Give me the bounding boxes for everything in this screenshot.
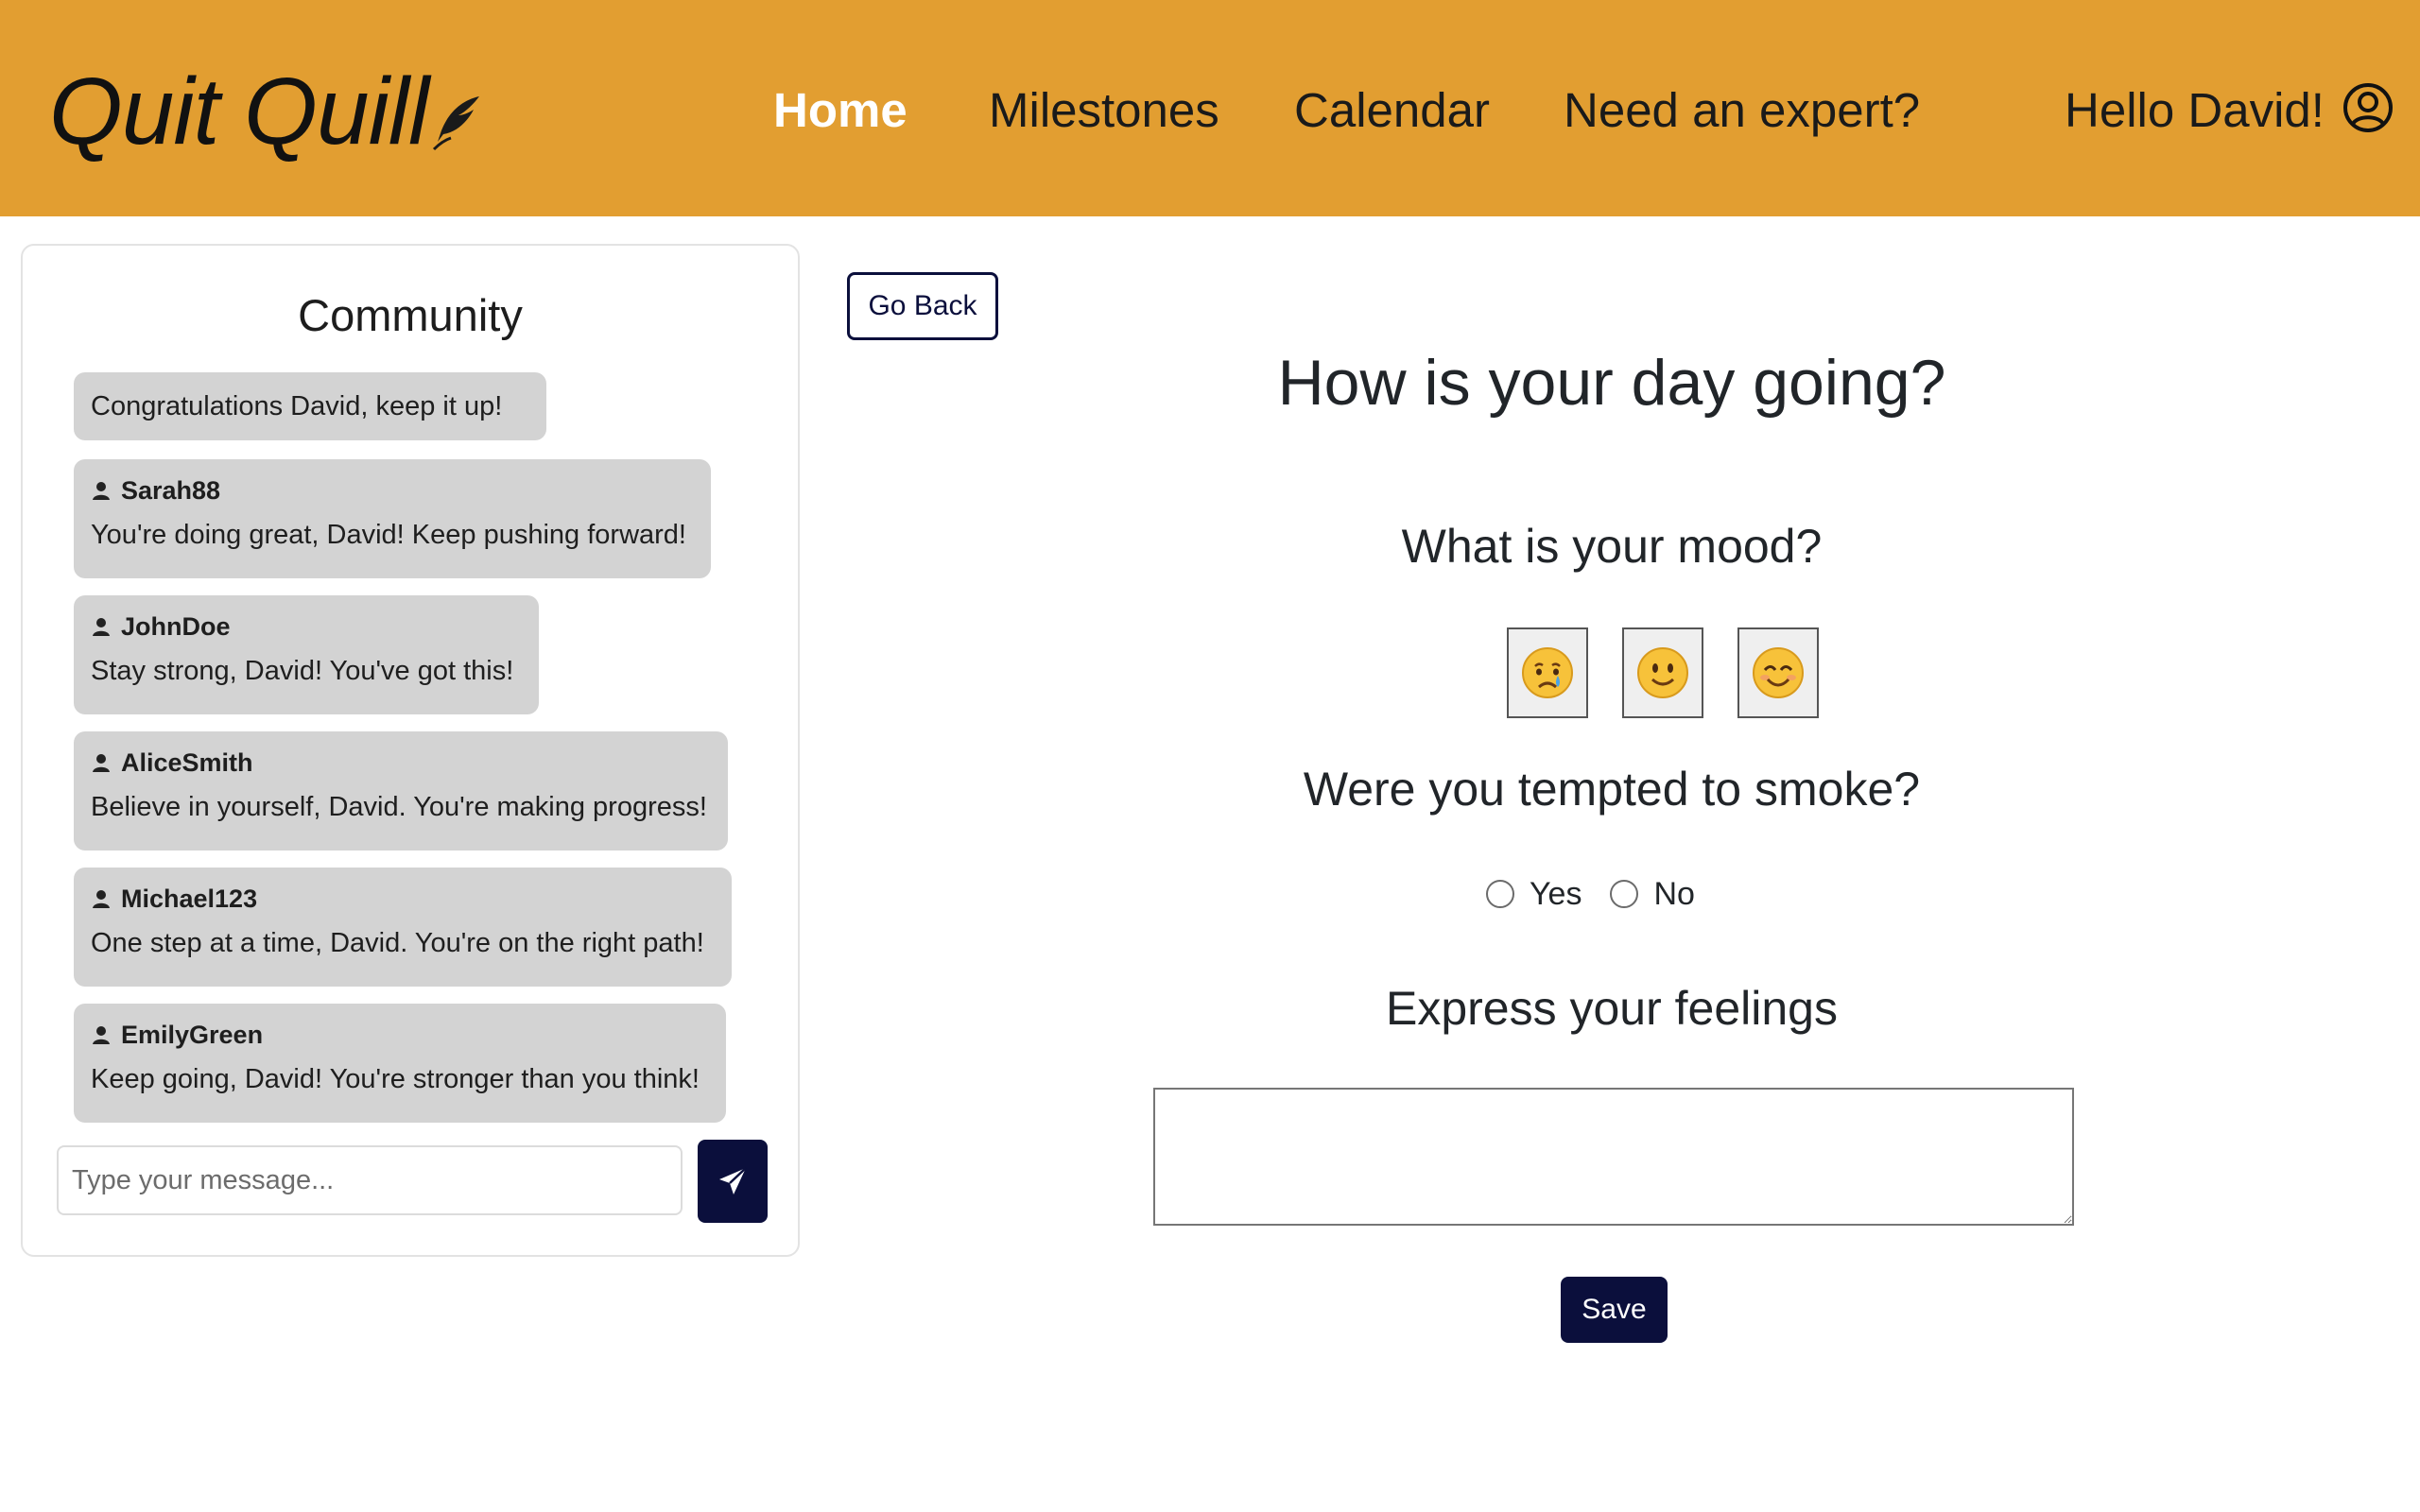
express-heading: Express your feelings bbox=[1385, 982, 1838, 1035]
person-icon bbox=[93, 482, 110, 500]
community-title: Community bbox=[298, 290, 523, 340]
message-author: AliceSmith bbox=[91, 747, 711, 779]
chat-message: EmilyGreen Keep going, David! You're str… bbox=[74, 1004, 726, 1123]
quill-icon bbox=[430, 62, 483, 176]
paper-plane-icon bbox=[719, 1167, 747, 1194]
message-author: EmilyGreen bbox=[91, 1019, 709, 1051]
mood-happy-button[interactable] bbox=[1737, 627, 1819, 718]
person-icon bbox=[93, 754, 110, 772]
radio-no-label[interactable]: No bbox=[1653, 871, 1694, 917]
author-name: AliceSmith bbox=[121, 748, 253, 777]
tempted-question: Were you tempted to smoke? bbox=[1303, 763, 1921, 816]
message-input[interactable] bbox=[57, 1145, 683, 1215]
author-name: EmilyGreen bbox=[121, 1021, 264, 1049]
save-button[interactable]: Save bbox=[1561, 1277, 1668, 1343]
nav-home[interactable]: Home bbox=[773, 77, 908, 144]
person-icon bbox=[93, 1026, 110, 1044]
tempted-radio-group: Yes No bbox=[1486, 871, 1695, 917]
message-text: Believe in yourself, David. You're makin… bbox=[91, 792, 707, 822]
mood-question: What is your mood? bbox=[1401, 520, 1823, 573]
message-text: Keep going, David! You're stronger than … bbox=[91, 1064, 700, 1094]
author-name: Sarah88 bbox=[121, 476, 221, 505]
go-back-button[interactable]: Go Back bbox=[847, 272, 998, 340]
nav-milestones[interactable]: Milestones bbox=[989, 77, 1219, 144]
send-button[interactable] bbox=[698, 1140, 768, 1223]
message-text: Stay strong, David! You've got this! bbox=[91, 656, 514, 686]
top-navbar: Quit Quill Home Milestones Calendar Need… bbox=[0, 0, 2420, 216]
person-icon bbox=[93, 890, 110, 908]
slight-smile-icon bbox=[1637, 647, 1688, 698]
mood-sad-button[interactable] bbox=[1507, 627, 1588, 718]
radio-yes[interactable] bbox=[1486, 880, 1514, 908]
radio-no[interactable] bbox=[1610, 880, 1639, 908]
user-circle-icon[interactable] bbox=[2342, 82, 2394, 133]
message-text: One step at a time, David. You're on the… bbox=[91, 928, 704, 958]
smiling-face-icon bbox=[1753, 647, 1804, 698]
radio-yes-label[interactable]: Yes bbox=[1530, 871, 1582, 917]
message-text: You're doing great, David! Keep pushing … bbox=[91, 520, 686, 550]
author-name: JohnDoe bbox=[121, 612, 231, 641]
chat-message: Michael123 One step at a time, David. Yo… bbox=[74, 868, 732, 987]
message-author: Michael123 bbox=[91, 883, 715, 915]
community-panel: Community Congratulations David, keep it… bbox=[21, 244, 800, 1257]
feelings-textarea[interactable] bbox=[1153, 1088, 2074, 1226]
chat-message: Sarah88 You're doing great, David! Keep … bbox=[74, 459, 711, 578]
user-greeting: Hello David! bbox=[2065, 83, 2325, 137]
nav-need-expert[interactable]: Need an expert? bbox=[1564, 77, 1920, 144]
nav-calendar[interactable]: Calendar bbox=[1294, 77, 1490, 144]
crying-face-icon bbox=[1522, 647, 1573, 698]
mood-neutral-button[interactable] bbox=[1622, 627, 1703, 718]
message-author: JohnDoe bbox=[91, 610, 522, 643]
chat-message: JohnDoe Stay strong, David! You've got t… bbox=[74, 595, 539, 714]
message-text: Congratulations David, keep it up! bbox=[91, 391, 503, 421]
logo-text: Quit Quill bbox=[49, 59, 429, 164]
author-name: Michael123 bbox=[121, 885, 258, 913]
chat-message: AliceSmith Believe in yourself, David. Y… bbox=[74, 731, 728, 850]
page-heading: How is your day going? bbox=[1277, 347, 1946, 419]
message-author: Sarah88 bbox=[91, 474, 694, 507]
person-icon bbox=[93, 618, 110, 636]
chat-message: Congratulations David, keep it up! bbox=[74, 372, 546, 440]
app-logo[interactable]: Quit Quill bbox=[49, 55, 483, 176]
